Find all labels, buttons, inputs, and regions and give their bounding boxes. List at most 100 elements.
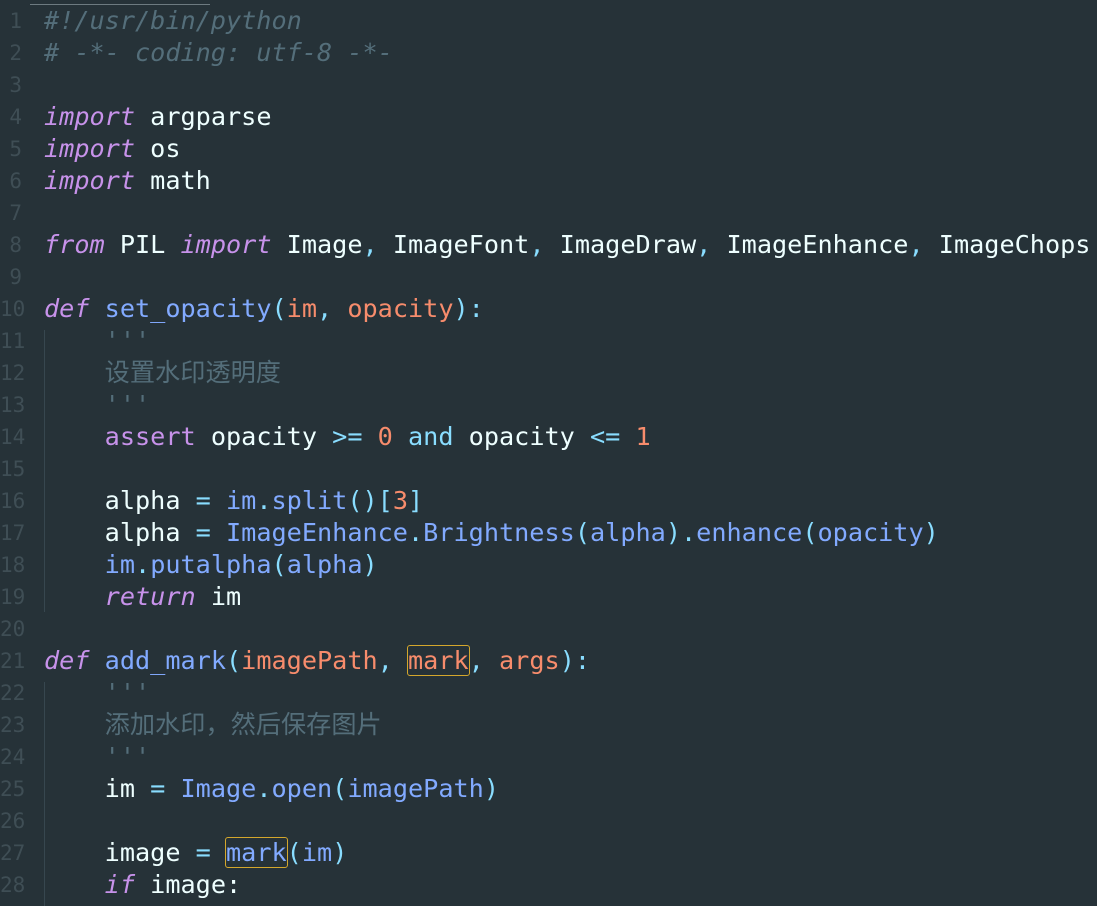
code-line[interactable]: 11 ''' xyxy=(0,325,1097,357)
code-token: math xyxy=(135,166,211,195)
code-line[interactable]: 24 ''' xyxy=(0,741,1097,773)
code-line[interactable]: 18 im.putalpha(alpha) xyxy=(0,549,1097,581)
code-line[interactable]: 2 # -*- coding: utf-8 -*- xyxy=(0,37,1097,69)
code-line[interactable]: 26 xyxy=(0,805,1097,837)
code-token: ( xyxy=(271,550,287,579)
code-token: im xyxy=(195,582,242,611)
code-token: = xyxy=(195,838,211,867)
line-code[interactable]: import argparse xyxy=(44,101,271,133)
line-code[interactable]: # -*- coding: utf-8 -*- xyxy=(44,37,393,69)
code-token: and xyxy=(408,422,454,451)
code-token: putalpha xyxy=(150,550,272,579)
code-line[interactable]: 7 xyxy=(0,197,1097,229)
code-token: #!/usr/bin/python xyxy=(44,6,302,35)
line-code[interactable]: image = mark(im) xyxy=(44,837,347,869)
line-code[interactable]: def add_mark(imagePath, mark, args): xyxy=(44,645,590,677)
line-code[interactable]: alpha = ImageEnhance.Brightness(alpha).e… xyxy=(44,517,939,549)
line-code[interactable]: 添加水印，然后保存图片 xyxy=(44,709,382,741)
line-number: 7 xyxy=(9,201,22,225)
code-line[interactable]: 5 import os xyxy=(0,133,1097,165)
code-line[interactable]: 25 im = Image.open(imagePath) xyxy=(0,773,1097,805)
line-code[interactable]: if image: xyxy=(44,869,242,901)
code-token: ): xyxy=(453,294,484,323)
line-number: 8 xyxy=(9,233,22,257)
code-token: argparse xyxy=(135,102,272,131)
code-token: import xyxy=(44,166,135,195)
code-lines[interactable]: 1 #!/usr/bin/python 2 # -*- coding: utf-8 -… xyxy=(0,5,1097,901)
code-token: ) xyxy=(332,838,348,867)
line-code[interactable]: alpha = im.split()[3] xyxy=(44,485,424,517)
code-token: def xyxy=(44,646,90,675)
line-code[interactable]: im.putalpha(alpha) xyxy=(44,549,378,581)
code-line[interactable]: 27 image = mark(im) xyxy=(0,837,1097,869)
code-token: ( xyxy=(332,774,348,803)
code-token: Image xyxy=(180,774,257,803)
line-number: 11 xyxy=(0,329,26,353)
code-line[interactable]: 13 ''' xyxy=(0,389,1097,421)
code-line[interactable]: 15 xyxy=(0,453,1097,485)
code-line[interactable]: 20 xyxy=(0,613,1097,645)
line-code[interactable]: 设置水印透明度 xyxy=(44,357,281,389)
code-token: split xyxy=(271,486,348,515)
code-token: opacity xyxy=(817,518,924,547)
code-line[interactable]: 4 import argparse xyxy=(0,101,1097,133)
code-token: opacity xyxy=(195,422,333,451)
code-token: ). xyxy=(665,518,697,547)
code-token: ImageChops xyxy=(923,230,1091,259)
code-line[interactable]: 8 from PIL import Image, ImageFont, Image… xyxy=(0,229,1097,261)
line-number: 15 xyxy=(0,457,26,481)
code-token: from xyxy=(44,230,105,259)
line-code[interactable]: import os xyxy=(44,133,181,165)
code-token: alpha xyxy=(589,518,666,547)
code-line[interactable]: 19 return im xyxy=(0,581,1097,613)
line-number: 24 xyxy=(0,745,26,769)
line-number: 18 xyxy=(0,553,26,577)
code-line[interactable]: 3 xyxy=(0,69,1097,101)
code-line[interactable]: 28 if image: xyxy=(0,869,1097,901)
code-token: ( xyxy=(286,838,302,867)
code-token: . xyxy=(135,550,151,579)
line-number: 25 xyxy=(0,777,26,801)
code-line[interactable]: 22 ''' xyxy=(0,677,1097,709)
code-line[interactable]: 9 xyxy=(0,261,1097,293)
code-line[interactable]: 1 #!/usr/bin/python xyxy=(0,5,1097,37)
highlighted-token: mark xyxy=(225,837,288,868)
code-token: >= xyxy=(332,422,363,451)
line-code[interactable]: def set_opacity(im, opacity): xyxy=(44,293,484,325)
line-code[interactable]: from PIL import Image, ImageFont, ImageD… xyxy=(44,229,1090,261)
line-code[interactable]: return im xyxy=(44,581,242,613)
code-token: , xyxy=(529,230,545,259)
code-token: ) xyxy=(923,518,939,547)
line-code[interactable]: #!/usr/bin/python xyxy=(44,5,302,37)
code-token: 设置水印透明度 xyxy=(44,358,281,387)
line-code[interactable]: ''' xyxy=(44,389,151,421)
line-code[interactable]: ''' xyxy=(44,741,151,773)
code-line[interactable]: 12 设置水印透明度 xyxy=(0,357,1097,389)
code-editor[interactable]: 1 #!/usr/bin/python 2 # -*- coding: utf-8 -… xyxy=(0,0,1097,906)
line-number: 27 xyxy=(0,841,26,865)
line-code[interactable]: ''' xyxy=(44,677,151,709)
code-line[interactable]: 10 def set_opacity(im, opacity): xyxy=(0,293,1097,325)
code-line[interactable]: 21 def add_mark(imagePath, mark, args): xyxy=(0,645,1097,677)
line-code[interactable]: im = Image.open(imagePath) xyxy=(44,773,499,805)
line-code[interactable]: assert opacity >= 0 and opacity <= 1 xyxy=(44,421,651,453)
line-code[interactable]: import math xyxy=(44,165,211,197)
code-token: ''' xyxy=(44,326,151,355)
code-token: alpha xyxy=(286,550,363,579)
code-line[interactable]: 14 assert opacity >= 0 and opacity <= 1 xyxy=(0,421,1097,453)
code-line[interactable]: 17 alpha = ImageEnhance.Brightness(alpha… xyxy=(0,517,1097,549)
code-token: ( xyxy=(574,518,590,547)
code-line[interactable]: 23 添加水印，然后保存图片 xyxy=(0,709,1097,741)
line-number: 28 xyxy=(0,873,26,897)
highlighted-token: mark xyxy=(407,645,470,676)
code-line[interactable]: 16 alpha = im.split()[3] xyxy=(0,485,1097,517)
line-code[interactable]: ''' xyxy=(44,325,151,357)
code-token: if xyxy=(104,870,136,899)
code-token: assert xyxy=(104,422,196,451)
line-number: 2 xyxy=(9,41,22,65)
code-line[interactable]: 6 import math xyxy=(0,165,1097,197)
